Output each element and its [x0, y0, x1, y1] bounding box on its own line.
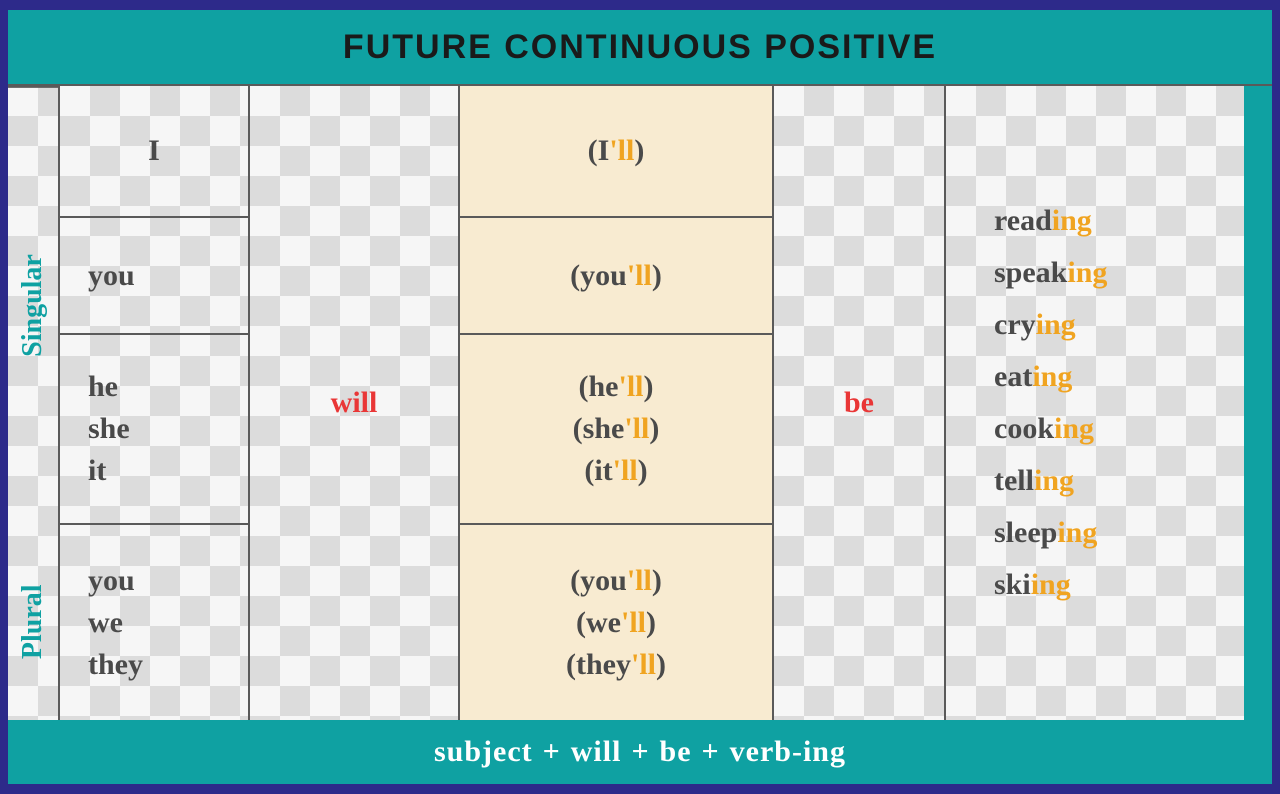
formula-footer: subject + will + be + verb-ing: [8, 720, 1272, 784]
formula-plus: +: [631, 735, 649, 769]
formula-be: be: [660, 735, 692, 769]
contraction-youll-sg: (you'll): [460, 218, 772, 336]
pronoun-col: I you he she it you: [60, 86, 250, 720]
verb-list: reading speaking crying eating cooking t…: [994, 204, 1107, 602]
will-col: will: [250, 86, 460, 720]
contraction-text: (I'll): [588, 134, 645, 168]
contraction-text: (they'll): [566, 648, 666, 682]
contraction-text: (he'll): [578, 370, 653, 404]
outer-frame: FUTURE CONTINUOUS POSITIVE Singular Plur…: [0, 0, 1280, 794]
pronoun-text: she: [88, 412, 130, 446]
contraction-you-we-they: (you'll) (we'll) (they'll): [460, 525, 772, 720]
formula-plus: +: [543, 735, 561, 769]
contraction-text: (it'll): [584, 454, 647, 488]
page-title: FUTURE CONTINUOUS POSITIVE: [8, 10, 1272, 84]
contraction-ill: (I'll): [460, 86, 772, 218]
verb-item: cooking: [994, 412, 1107, 446]
diagram-frame: FUTURE CONTINUOUS POSITIVE Singular Plur…: [8, 10, 1272, 784]
verb-item: sleeping: [994, 516, 1107, 550]
pronoun-text: I: [148, 134, 160, 168]
pronoun-text: it: [88, 454, 106, 488]
formula-plus: +: [702, 735, 720, 769]
aux-will: will: [331, 386, 378, 420]
verb-item: crying: [994, 308, 1107, 342]
pronoun-text: they: [88, 648, 143, 682]
verb-item: telling: [994, 464, 1107, 498]
side-labels-col: Singular Plural: [8, 86, 60, 720]
pronoun-you-we-they: you we they: [60, 525, 248, 720]
verb-item: eating: [994, 360, 1107, 394]
contraction-text: (you'll): [570, 564, 662, 598]
be-col: be: [774, 86, 944, 720]
contraction-he-she-it: (he'll) (she'll) (it'll): [460, 335, 772, 525]
contraction-text: (you'll): [570, 259, 662, 293]
pronoun-text: you: [88, 259, 135, 293]
contraction-text: (we'll): [576, 606, 656, 640]
verb-item: speaking: [994, 256, 1107, 290]
pronoun-text: we: [88, 606, 123, 640]
title-text: FUTURE CONTINUOUS POSITIVE: [343, 28, 937, 67]
label-plural: Plural: [8, 524, 58, 720]
label-singular: Singular: [8, 86, 58, 524]
formula-will: will: [571, 735, 622, 769]
formula-verbing: verb-ing: [730, 735, 846, 769]
verb-item: skiing: [994, 568, 1107, 602]
pronoun-i: I: [60, 86, 248, 218]
pronoun-you-sg: you: [60, 218, 248, 336]
verb-col: reading speaking crying eating cooking t…: [944, 86, 1244, 720]
aux-be: be: [844, 386, 874, 420]
contraction-col: (I'll) (you'll) (he'll) (she'll) (it'll)…: [460, 86, 774, 720]
contraction-text: (she'll): [573, 412, 660, 446]
formula-subject: subject: [434, 735, 533, 769]
pronoun-text: he: [88, 370, 118, 404]
grammar-table: Singular Plural I you he she it: [8, 84, 1272, 720]
verb-item: reading: [994, 204, 1107, 238]
pronoun-he-she-it: he she it: [60, 335, 248, 525]
pronoun-text: you: [88, 564, 135, 598]
